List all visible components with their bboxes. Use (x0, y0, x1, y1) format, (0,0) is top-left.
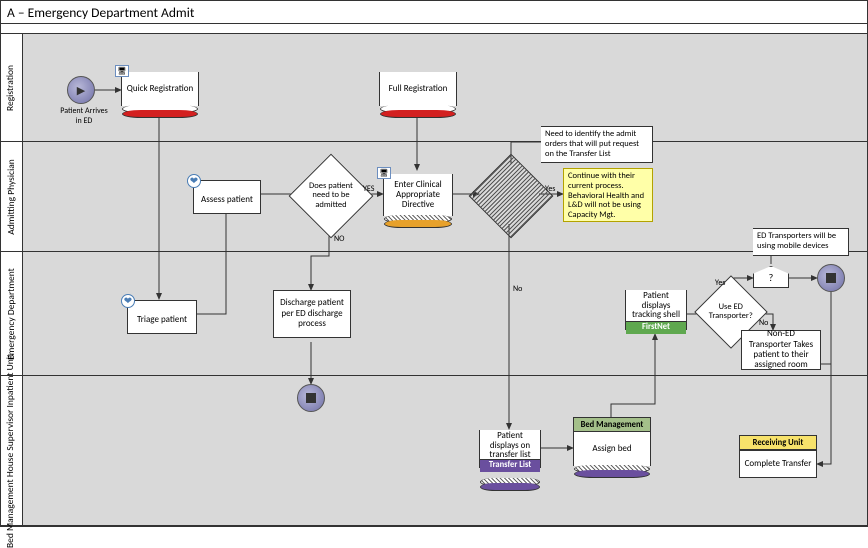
assess-patient-task: ❤ Assess patient (193, 180, 261, 214)
computer-icon: 🖥 (377, 167, 391, 179)
lane-label-bed-management: Bed Management House Supervisor Inpatien… (1, 376, 23, 525)
swimlane-pool: Registration Admitting Physician Emergen… (1, 34, 867, 526)
lane-label-admitting-physician: Admitting Physician (1, 142, 23, 251)
end-event-right (817, 264, 845, 292)
start-event-label: Patient Arrives in ED (57, 106, 111, 126)
bed-management-header: Bed Management (573, 417, 651, 432)
edge-label-yes: YES (363, 184, 374, 194)
page-title: A – Emergency Department Admit (1, 1, 867, 24)
transfer-list-datastore: Patient displays on transfer list Transf… (479, 430, 541, 468)
edge-label-no: NO (334, 234, 344, 244)
stethoscope-icon: ❤ (121, 294, 135, 308)
start-event: ▶ (67, 76, 95, 104)
firstnet-footer: FirstNet (626, 321, 686, 334)
stethoscope-icon: ❤ (187, 174, 201, 188)
edge-label-yes2: Yes (545, 184, 555, 194)
quick-registration-datastore: 🖥 Quick Registration (121, 72, 199, 106)
transfer-list-footer: Transfer List (480, 459, 540, 472)
receiving-unit-header: Receiving Unit (739, 435, 817, 450)
enter-clinical-directive-datastore: 🖥 Enter Clinical Appropriate Directive (383, 174, 453, 216)
discharge-task: Discharge patient per ED discharge proce… (273, 290, 351, 338)
header-gap (1, 24, 867, 34)
diagram-page: A – Emergency Department Admit Registrat… (0, 0, 868, 527)
note-admit-orders: Need to identify the admit orders that w… (541, 126, 653, 163)
end-event-discharge (297, 384, 325, 412)
edge-label-no3: No (759, 318, 768, 328)
non-ed-transporter-task: Non-ED Transporter Takes patient to thei… (741, 330, 821, 370)
complete-transfer-task: Receiving Unit Complete Transfer (739, 450, 817, 478)
note-continue-process: Continue with their current process. Beh… (563, 168, 653, 222)
full-registration-datastore: Full Registration (379, 72, 457, 106)
edge-label-no-mid: No (513, 284, 522, 294)
triage-patient-task: ❤ Triage patient (127, 300, 197, 334)
computer-icon: 🖥 (115, 65, 129, 77)
assign-bed-datastore: Bed Management Assign bed (573, 432, 651, 466)
edge-label-yes3: Yes (715, 278, 725, 288)
lane-label-registration: Registration (1, 34, 23, 141)
tracking-shell-datastore: Patient displays tracking shell FirstNet (625, 290, 687, 330)
note-ed-transporters: ED Transporters will be using mobile dev… (753, 228, 849, 256)
